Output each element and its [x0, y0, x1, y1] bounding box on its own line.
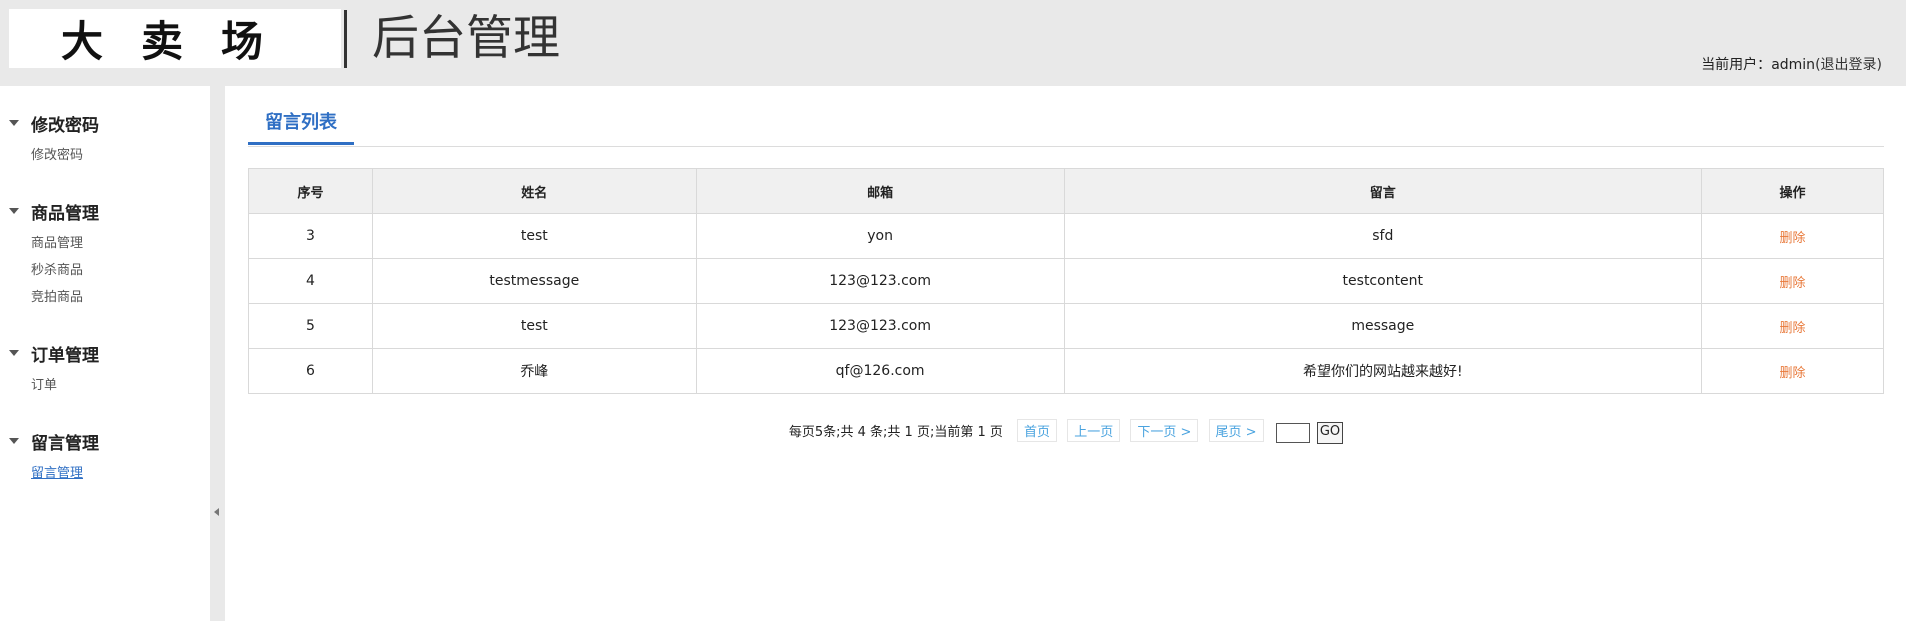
sidebar-item-auction[interactable]: 竞拍商品 — [0, 284, 210, 311]
page-title: 后台管理 — [372, 11, 560, 66]
cell-email: yon — [695, 213, 1065, 259]
sidebar-group-title[interactable]: 商品管理 — [0, 200, 210, 224]
user-name: admin — [1771, 57, 1816, 73]
sidebar-collapse-bar[interactable] — [210, 86, 225, 621]
cell-name: 乔峰 — [371, 348, 697, 394]
cell-action: 删除 — [1701, 213, 1884, 259]
triangle-down-icon — [9, 350, 19, 356]
logout-link[interactable]: (退出登录) — [1815, 57, 1882, 73]
tab-message-list[interactable]: 留言列表 — [248, 108, 354, 145]
sidebar-group-orders: 订单管理 订单 — [0, 342, 210, 399]
cell-id: 5 — [248, 303, 373, 349]
header-divider — [344, 10, 347, 68]
delete-link[interactable]: 删除 — [1780, 231, 1806, 246]
column-header-id: 序号 — [248, 168, 373, 214]
table-row: 6 乔峰 qf@126.com 希望你们的网站越来越好! 删除 — [248, 348, 1884, 394]
cell-message: message — [1063, 303, 1703, 349]
go-button[interactable]: GO — [1316, 421, 1344, 444]
pagination: 每页5条;共 4 条;共 1 页;当前第 1 页 首页 上一页 下一页 > 尾页… — [248, 419, 1884, 444]
column-header-email: 邮箱 — [695, 168, 1065, 214]
user-label: 当前用户： — [1701, 57, 1772, 73]
logo: 大卖场 — [9, 9, 341, 68]
collapse-arrow-icon[interactable] — [214, 508, 219, 516]
sidebar-group-password: 修改密码 修改密码 — [0, 112, 210, 169]
cell-id: 6 — [248, 348, 373, 394]
cell-name: test — [371, 213, 697, 259]
sidebar-group-title[interactable]: 订单管理 — [0, 342, 210, 366]
cell-name: testmessage — [371, 258, 697, 304]
page-number-input[interactable] — [1275, 422, 1310, 443]
cell-action: 删除 — [1701, 348, 1884, 394]
sidebar-item-products[interactable]: 商品管理 — [0, 230, 210, 257]
cell-email: 123@123.com — [695, 258, 1065, 304]
column-header-action: 操作 — [1701, 168, 1884, 214]
tab-bar: 留言列表 — [248, 86, 1884, 147]
cell-email: 123@123.com — [695, 303, 1065, 349]
sidebar-item-messages[interactable]: 留言管理 — [0, 460, 210, 487]
message-table: 序号 姓名 邮箱 留言 操作 3 test yon sfd 删除 4 testm… — [248, 168, 1884, 394]
sidebar-item-flash-sale[interactable]: 秒杀商品 — [0, 257, 210, 284]
cell-id: 4 — [248, 258, 373, 304]
first-page-button[interactable]: 首页 — [1017, 419, 1058, 442]
sidebar-group-title[interactable]: 留言管理 — [0, 430, 210, 454]
table-row: 5 test 123@123.com message 删除 — [248, 303, 1884, 349]
sidebar-item-change-password[interactable]: 修改密码 — [0, 142, 210, 169]
pagination-info: 每页5条;共 4 条;共 1 页;当前第 1 页 — [788, 425, 1003, 440]
triangle-down-icon — [9, 120, 19, 126]
table-header-row: 序号 姓名 邮箱 留言 操作 — [248, 168, 1884, 214]
column-header-name: 姓名 — [371, 168, 697, 214]
cell-message: sfd — [1063, 213, 1703, 259]
cell-message: 希望你们的网站越来越好! — [1063, 348, 1703, 394]
cell-name: test — [371, 303, 697, 349]
cell-action: 删除 — [1701, 303, 1884, 349]
sidebar-group-products: 商品管理 商品管理 秒杀商品 竞拍商品 — [0, 200, 210, 311]
sidebar-item-orders[interactable]: 订单 — [0, 372, 210, 399]
last-page-button[interactable]: 尾页 > — [1208, 419, 1264, 442]
sidebar: 修改密码 修改密码 商品管理 商品管理 秒杀商品 竞拍商品 订单管理 订单 留言… — [0, 86, 210, 621]
cell-email: qf@126.com — [695, 348, 1065, 394]
logo-text: 大卖场 — [61, 17, 302, 66]
delete-link[interactable]: 删除 — [1780, 276, 1806, 291]
table-row: 3 test yon sfd 删除 — [248, 213, 1884, 259]
delete-link[interactable]: 删除 — [1780, 366, 1806, 381]
cell-action: 删除 — [1701, 258, 1884, 304]
cell-message: testcontent — [1063, 258, 1703, 304]
triangle-down-icon — [9, 438, 19, 444]
triangle-down-icon — [9, 208, 19, 214]
sidebar-group-messages: 留言管理 留言管理 — [0, 430, 210, 487]
prev-page-button[interactable]: 上一页 — [1067, 419, 1121, 442]
table-row: 4 testmessage 123@123.com testcontent 删除 — [248, 258, 1884, 304]
next-page-button[interactable]: 下一页 > — [1130, 419, 1199, 442]
delete-link[interactable]: 删除 — [1780, 321, 1806, 336]
sidebar-group-title[interactable]: 修改密码 — [0, 112, 210, 136]
column-header-message: 留言 — [1063, 168, 1703, 214]
user-status: 当前用户：admin(退出登录) — [1701, 54, 1882, 74]
cell-id: 3 — [248, 213, 373, 259]
header-bar: 大卖场 后台管理 当前用户：admin(退出登录) — [0, 0, 1906, 86]
